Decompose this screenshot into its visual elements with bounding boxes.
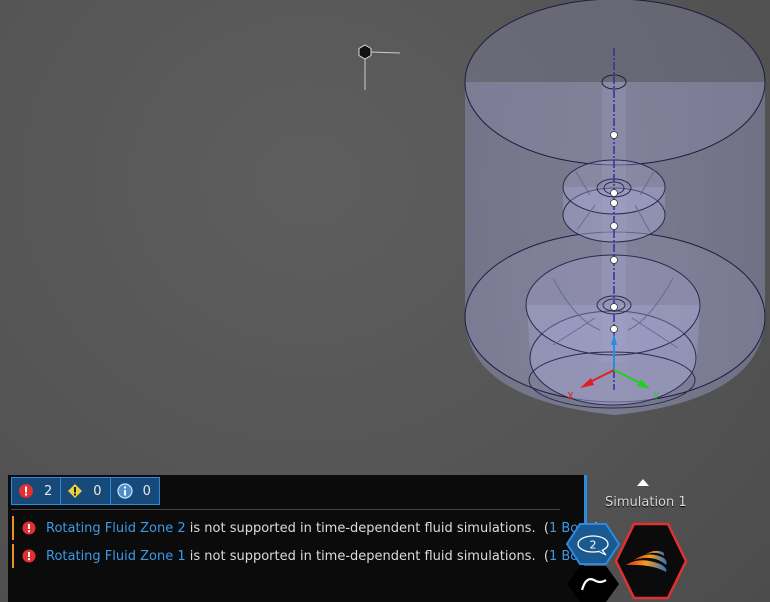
warning-icon (68, 484, 83, 498)
message-item: Rotating Fluid Zone 1 is not supported i… (12, 544, 599, 568)
y-axis-label: Y (652, 391, 660, 402)
simulation-hex-controls: 2 (565, 522, 688, 602)
divider (11, 509, 560, 510)
info-count: 0 (142, 483, 151, 499)
messages-button[interactable]: 2 (565, 523, 621, 565)
error-icon (22, 521, 36, 535)
filter-info[interactable]: 0 (110, 478, 159, 504)
simulation-button[interactable] (614, 522, 688, 600)
messages-count: 2 (590, 539, 597, 552)
message-item: Rotating Fluid Zone 2 is not supported i… (12, 516, 599, 540)
curve-button[interactable] (567, 566, 619, 602)
info-icon (116, 483, 133, 499)
messages-panel: 2 0 0 Rotating Fluid Zone 2 is not suppo… (8, 475, 599, 602)
message-text: is not supported in time-dependent fluid… (185, 548, 549, 564)
view-orientation-gizmo[interactable] (358, 44, 401, 90)
x-axis-label: X (567, 391, 574, 402)
message-text: is not supported in time-dependent fluid… (185, 520, 549, 536)
message-filters: 2 0 0 (11, 477, 160, 505)
simulation-label[interactable]: Simulation 1 (605, 495, 687, 510)
filter-warnings[interactable]: 0 (61, 478, 111, 504)
rotating-fluid-zone-1-link[interactable]: Rotating Fluid Zone 1 (46, 549, 186, 564)
error-icon (19, 484, 33, 498)
expand-arrow-icon[interactable] (637, 479, 649, 486)
warning-count: 0 (93, 483, 102, 499)
rotating-fluid-zone-2-link[interactable]: Rotating Fluid Zone 2 (46, 521, 186, 536)
filter-errors[interactable]: 2 (12, 478, 62, 504)
error-icon (22, 549, 36, 563)
error-count: 2 (44, 483, 53, 499)
